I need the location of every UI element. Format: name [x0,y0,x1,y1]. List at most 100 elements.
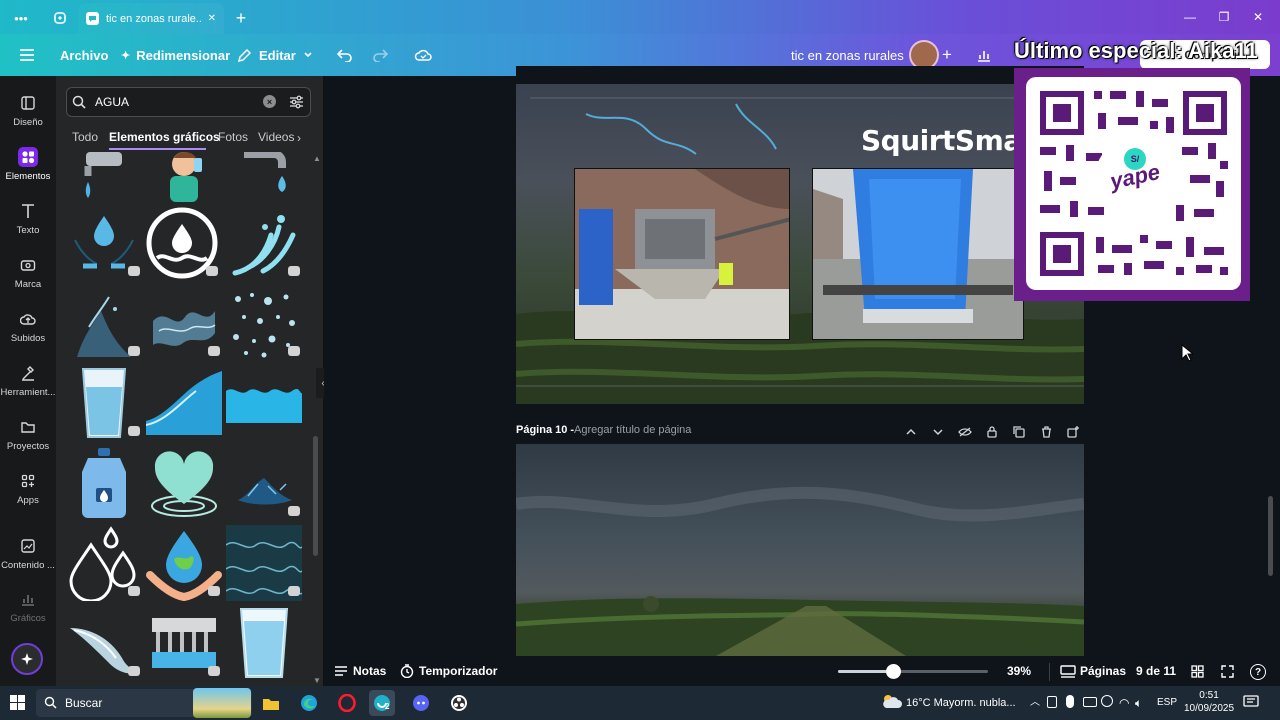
photo-machine-left[interactable] [574,168,790,340]
tray-device-icon[interactable] [1047,696,1057,708]
close-tab-icon[interactable]: ✕ [208,13,216,24]
graphic-wave-blue[interactable] [146,366,222,440]
page-9[interactable]: SquirtSmart [516,84,1084,404]
close-window-icon[interactable]: ✕ [1241,4,1275,30]
rail-item-apps[interactable]: Apps [0,462,56,514]
keyboard-language[interactable]: ESP [1157,686,1177,720]
browser-tab-active[interactable]: tic en zonas rurale... ✕ [78,3,224,34]
location-icon[interactable] [1101,695,1113,707]
new-tab-icon[interactable]: + [230,7,252,29]
rail-item-marca[interactable]: Marca [0,246,56,298]
edge-browser-icon[interactable] [296,690,322,716]
delete-page-icon[interactable] [1038,424,1054,440]
graphic-wave-band[interactable] [226,366,302,440]
canvas-scrollbar[interactable] [1268,496,1273,576]
tabs-scroll-right-icon[interactable]: › [297,131,301,145]
rail-item-contenido[interactable]: Contenido ... [0,527,56,579]
graphic-glass-full[interactable] [226,606,302,680]
maximize-window-icon[interactable]: ❐ [1207,4,1241,30]
obs-studio-icon[interactable] [446,690,472,716]
microphone-icon[interactable] [1066,695,1074,708]
tab-todo[interactable]: Todo [72,130,98,146]
tab-elementos-graficos[interactable]: Elementos gráficos [109,130,220,146]
grid-view-icon[interactable] [1191,665,1204,678]
filter-icon[interactable] [289,95,304,109]
scroll-up-icon[interactable]: ▲ [313,154,321,163]
photo-machine-right[interactable] [812,168,1024,340]
rail-item-graficos[interactable]: Gráficos [0,580,56,632]
opera-browser-icon[interactable] [334,690,360,716]
rail-item-texto[interactable]: Texto [0,192,56,244]
wifi-icon[interactable]: ◠ [1119,686,1129,720]
move-page-down-icon[interactable] [930,424,946,440]
zoom-slider-thumb[interactable] [886,664,901,679]
weather-text[interactable]: 16°C Mayorm. nubla... [906,686,1016,720]
graphic-splash-jet[interactable] [66,606,142,680]
minimize-window-icon[interactable]: — [1173,4,1207,30]
add-page-icon[interactable] [1065,424,1081,440]
discord-icon[interactable] [408,690,434,716]
zoom-slider[interactable] [838,670,988,673]
opera-gx-icon-active[interactable]: 2 [369,690,395,716]
magic-assistant-button[interactable] [11,643,43,675]
notifications-icon[interactable] [1243,695,1259,709]
clock[interactable]: 0:51 10/09/2025 [1184,689,1234,715]
graphic-hands-drop[interactable] [66,206,142,280]
zoom-value[interactable]: 39% [1007,656,1031,686]
camera-icon[interactable] [1083,697,1097,707]
lock-page-icon[interactable] [984,424,1000,440]
redo-icon[interactable] [368,43,392,67]
rail-item-diseno[interactable]: Diseño [0,84,56,136]
timer-button[interactable]: Temporizador [419,656,497,686]
graphic-splash-wave[interactable] [146,286,222,360]
browser-menu-icon[interactable]: ••• [10,7,32,29]
page-counter[interactable]: 9 de 11 [1136,656,1176,686]
graphic-drops-outline[interactable] [66,526,142,601]
scroll-down-icon[interactable]: ▼ [313,676,321,685]
help-icon[interactable]: ? [1250,664,1266,680]
rail-item-herramientas[interactable]: Herramient... [0,354,56,406]
windows-start-icon[interactable] [10,695,25,710]
pages-button[interactable]: Páginas [1080,656,1126,686]
tab-videos[interactable]: Videos [258,130,294,146]
rail-item-proyectos[interactable]: Proyectos [0,408,56,460]
graphic-child-drinking[interactable] [146,152,222,204]
panel-scrollbar[interactable] [313,436,318,556]
graphic-water-cycle[interactable] [144,206,220,280]
graphic-tap-water[interactable] [66,152,142,204]
volume-icon[interactable]: 🔈︎ [1135,686,1142,720]
rail-item-subidos[interactable]: Subidos [0,300,56,352]
hide-page-icon[interactable] [957,424,973,440]
edit-menu-button[interactable]: Editar [237,34,313,76]
tab-fotos[interactable]: Fotos [218,130,248,146]
workspaces-icon[interactable] [49,7,71,29]
graphic-splash-dark[interactable] [66,286,142,360]
undo-icon[interactable] [333,43,357,67]
clear-search-icon[interactable]: × [263,95,276,108]
page10-title-input[interactable]: Agregar título de página [574,424,691,440]
file-menu-button[interactable]: Archivo [60,34,108,76]
move-page-up-icon[interactable] [903,424,919,440]
insights-icon[interactable] [972,43,996,67]
graphic-water-splash[interactable] [226,206,302,280]
graphic-water-texture[interactable] [226,525,302,601]
hamburger-menu-icon[interactable] [15,43,39,67]
add-collaborator-icon[interactable]: + [935,43,959,67]
graphic-water-jug[interactable] [66,446,142,520]
graphic-faucet-drop[interactable] [228,152,304,204]
resize-button[interactable]: ✦ Redimensionar [121,34,230,76]
rail-item-elementos[interactable]: Elementos [0,138,56,190]
graphic-bubbles[interactable] [226,286,302,360]
duplicate-page-icon[interactable] [1011,424,1027,440]
graphic-heart-drop[interactable] [146,446,222,520]
fullscreen-icon[interactable] [1221,665,1234,678]
cloud-saved-icon[interactable] [411,43,435,67]
graphic-dam[interactable] [146,606,222,680]
notes-button[interactable]: Notas [353,656,386,686]
page-10[interactable] [516,444,1084,656]
file-explorer-icon[interactable] [258,690,284,716]
graphic-earth-drop-hands[interactable] [146,526,222,601]
graphic-glass-water[interactable] [66,366,142,440]
tray-chevron-up-icon[interactable]: ︿ [1030,686,1040,720]
graphic-splash-night[interactable] [226,446,302,520]
